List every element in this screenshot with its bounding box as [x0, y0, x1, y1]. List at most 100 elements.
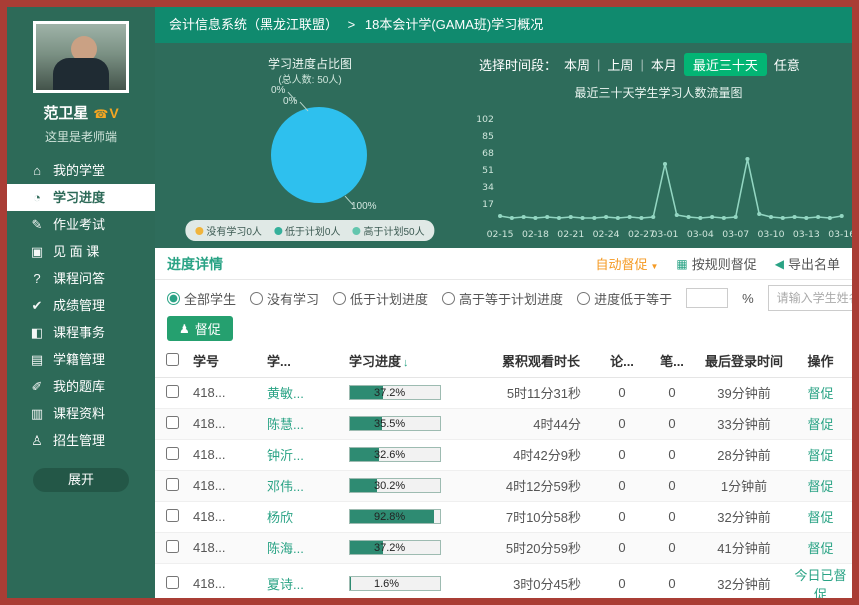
student-name-link[interactable]: 陈慧... — [267, 417, 304, 432]
search-input[interactable] — [768, 285, 852, 311]
sidebar-item-course-qa[interactable]: ?课程问答 — [7, 265, 155, 292]
sidebar-item-homework-exam[interactable]: ✎作业考试 — [7, 211, 155, 238]
row-checkbox[interactable] — [166, 540, 179, 553]
row-checkbox[interactable] — [166, 385, 179, 398]
sidebar-item-course-materials[interactable]: ▥课程资料 — [7, 400, 155, 427]
filter-label: 进度低于等于 — [594, 289, 672, 308]
watch-time: 4时12分59秒 — [483, 470, 599, 501]
table-row: 418... 夏诗... 1.6% 3时0分45秒 0 0 32分钟前 今日已督… — [155, 563, 852, 598]
separator: | — [640, 57, 643, 72]
filter-progress-below[interactable]: 进度低于等于 — [577, 289, 672, 308]
person-icon: ♙ — [29, 427, 45, 454]
sidebar-item-meeting-class[interactable]: ▣见 面 课 — [7, 238, 155, 265]
auto-urge-dropdown[interactable]: 自动督促▼ — [595, 254, 658, 273]
sidebar-item-label: 成绩管理 — [53, 292, 105, 319]
notes-count: 0 — [645, 563, 699, 598]
forum-count: 0 — [599, 563, 645, 598]
phone-badge-icon: ☎ — [93, 107, 108, 121]
forum-count: 0 — [599, 439, 645, 470]
filter-radio[interactable] — [333, 292, 346, 305]
time-option-custom[interactable]: 任意 — [774, 55, 800, 74]
student-name-link[interactable]: 陈海... — [267, 541, 304, 556]
percent-threshold-input[interactable] — [686, 288, 728, 308]
legend-item-above-plan[interactable]: 高于计划50人 — [353, 223, 425, 238]
sidebar-item-label: 我的学堂 — [53, 157, 105, 184]
sidebar-item-admission-management[interactable]: ♙招生管理 — [7, 427, 155, 454]
sidebar-item-label: 学籍管理 — [53, 346, 105, 373]
student-name-link[interactable]: 杨欣 — [267, 510, 293, 525]
sidebar-item-course-affairs[interactable]: ◧课程事务 — [7, 319, 155, 346]
rule-urge-button[interactable]: ▦按规则督促 — [676, 254, 756, 273]
time-option-this-month[interactable]: 本月 — [651, 55, 677, 74]
sidebar-item-question-bank[interactable]: ✐我的题库 — [7, 373, 155, 400]
student-id: 418... — [189, 408, 263, 439]
row-checkbox[interactable] — [166, 509, 179, 522]
select-all-checkbox[interactable] — [166, 353, 179, 366]
urge-link[interactable]: 督促 — [807, 510, 833, 525]
time-option-last-week[interactable]: 上周 — [607, 55, 633, 74]
sidebar-item-grade-management[interactable]: ✔成绩管理 — [7, 292, 155, 319]
urge-link[interactable]: 督促 — [807, 448, 833, 463]
urge-button[interactable]: ♟督促 — [167, 316, 233, 341]
student-id: 418... — [189, 377, 263, 408]
sidebar-item-label: 课程资料 — [53, 400, 105, 427]
breadcrumb: 会计信息系统（黑龙江联盟） > 18本会计学(GAMA班)学习概况 — [155, 7, 852, 43]
student-name-link[interactable]: 钟沂... — [267, 448, 304, 463]
time-option-this-week[interactable]: 本周 — [564, 55, 590, 74]
filter-radio[interactable] — [167, 292, 180, 305]
user-name: 范卫星 — [43, 105, 88, 122]
filter-no-study[interactable]: 没有学习 — [250, 289, 319, 308]
student-id: 418... — [189, 470, 263, 501]
row-checkbox[interactable] — [166, 576, 179, 589]
row-checkbox[interactable] — [166, 478, 179, 491]
urge-row: ♟督促 — [155, 314, 852, 345]
filter-below-plan[interactable]: 低于计划进度 — [333, 289, 428, 308]
filter-label: 全部学生 — [184, 289, 236, 308]
home-icon: ⌂ — [29, 157, 45, 184]
list-icon: ▤ — [29, 346, 45, 373]
student-name-link[interactable]: 夏诗... — [267, 577, 304, 592]
row-checkbox[interactable] — [166, 416, 179, 429]
avatar[interactable] — [33, 21, 129, 93]
export-list-button[interactable]: ◀导出名单 — [775, 254, 840, 273]
student-name-link[interactable]: 邓伟... — [267, 479, 304, 494]
student-id: 418... — [189, 501, 263, 532]
pie-label-zero-1: 0% — [271, 85, 285, 96]
sidebar-item-label: 作业考试 — [53, 211, 105, 238]
time-range-selector: 选择时间段： 本周 | 上周 | 本月 最近三十天 任意 — [465, 53, 852, 76]
user-name-row: 范卫星☎V — [7, 102, 155, 123]
urge-link[interactable]: 督促 — [807, 479, 833, 494]
section-actions: 自动督促▼ ▦按规则督促 ◀导出名单 — [595, 254, 840, 273]
percent-suffix: % — [742, 291, 754, 306]
watch-time: 4时42分9秒 — [483, 439, 599, 470]
filter-radio[interactable] — [442, 292, 455, 305]
filter-row: 全部学生 没有学习 低于计划进度 高于等于计划进度 进度低于等于 % — [155, 280, 852, 314]
urge-link[interactable]: 督促 — [807, 417, 833, 432]
legend-item-no-study[interactable]: 没有学习0人 — [195, 223, 262, 238]
sidebar-item-my-school[interactable]: ⌂ 我的学堂 — [7, 157, 155, 184]
forum-count: 0 — [599, 408, 645, 439]
urge-link[interactable]: 督促 — [807, 386, 833, 401]
filter-all-students[interactable]: 全部学生 — [167, 289, 236, 308]
svg-text:02-24: 02-24 — [593, 230, 620, 240]
row-checkbox[interactable] — [166, 447, 179, 460]
student-name-link[interactable]: 黄敏... — [267, 386, 304, 401]
col-progress[interactable]: 学习进度↓ — [345, 345, 483, 377]
urge-link[interactable]: 督促 — [807, 541, 833, 556]
sidebar-item-student-roster[interactable]: ▤ 学籍管理 — [7, 346, 155, 373]
urge-link[interactable]: 今日已督促 — [794, 568, 846, 599]
pie-chart — [271, 107, 367, 203]
line-chart-block: 选择时间段： 本周 | 上周 | 本月 最近三十天 任意 最近三十天学生学习人数… — [465, 43, 852, 248]
filter-radio[interactable] — [577, 292, 590, 305]
progress-bar: 1.6% — [349, 576, 441, 591]
last-login: 32分钟前 — [699, 501, 789, 532]
legend-label: 低于计划0人 — [285, 223, 341, 238]
breadcrumb-system[interactable]: 会计信息系统（黑龙江联盟） — [169, 17, 338, 32]
sidebar-item-learning-progress[interactable]: ◔学习进度 — [7, 184, 155, 211]
filter-radio[interactable] — [250, 292, 263, 305]
legend-item-below-plan[interactable]: 低于计划0人 — [274, 223, 341, 238]
expand-button[interactable]: 展开 — [33, 468, 129, 492]
filter-at-or-above-plan[interactable]: 高于等于计划进度 — [442, 289, 563, 308]
svg-text:02-18: 02-18 — [522, 230, 549, 240]
time-option-last-30-days[interactable]: 最近三十天 — [684, 53, 767, 76]
